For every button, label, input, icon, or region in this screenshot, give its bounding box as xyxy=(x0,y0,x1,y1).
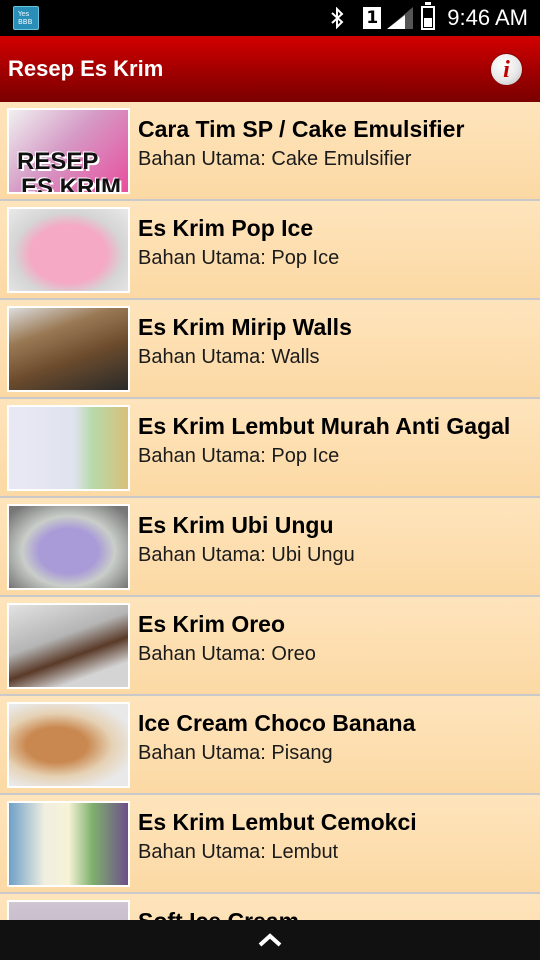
recipe-subtitle: Bahan Utama: Pop Ice xyxy=(138,247,340,269)
recipe-subtitle: Bahan Utama: Cake Emulsifier xyxy=(138,148,412,170)
list-item[interactable]: Ice Cream Choco Banana Bahan Utama: Pisa… xyxy=(0,696,540,795)
recipe-title: Es Krim Oreo xyxy=(138,611,285,637)
recipe-title: Es Krim Lembut Murah Anti Gagal xyxy=(138,413,511,439)
list-item[interactable]: Es Krim Pop Ice Bahan Utama: Pop Ice xyxy=(0,201,540,300)
recipe-title: Es Krim Lembut Cemokci xyxy=(138,809,417,835)
bluetooth-icon xyxy=(331,7,344,29)
app-bar: Resep Es Krim i xyxy=(0,36,540,102)
list-item[interactable]: Es Krim Lembut Cemokci Bahan Utama: Lemb… xyxy=(0,795,540,894)
list-item[interactable]: RESEP ES KRIM Cara Tim SP / Cake Emulsif… xyxy=(0,102,540,201)
info-icon: i xyxy=(503,57,510,83)
recipe-thumbnail xyxy=(7,900,130,920)
list-item[interactable]: Es Krim Oreo Bahan Utama: Oreo xyxy=(0,597,540,696)
recipe-subtitle: Bahan Utama: Pop Ice xyxy=(138,445,340,467)
bottom-bar xyxy=(0,920,540,960)
recipe-subtitle: Bahan Utama: Walls xyxy=(138,346,320,368)
recipe-title: Soft Ice Cream xyxy=(138,908,299,920)
info-button[interactable]: i xyxy=(490,53,523,86)
recipe-title: Es Krim Pop Ice xyxy=(138,215,314,241)
signal-icon xyxy=(387,7,414,29)
status-icons: 1 9:46 AM xyxy=(329,0,528,36)
recipe-thumbnail xyxy=(7,801,130,887)
recipe-title: Cara Tim SP / Cake Emulsifier xyxy=(138,116,465,142)
list-item[interactable]: Es Krim Mirip Walls Bahan Utama: Walls xyxy=(0,300,540,399)
recipe-title: Es Krim Ubi Ungu xyxy=(138,512,334,538)
recipe-thumbnail xyxy=(7,603,130,689)
recipe-subtitle: Bahan Utama: Oreo xyxy=(138,643,316,665)
recipe-subtitle: Bahan Utama: Lembut xyxy=(138,841,339,863)
list-item[interactable]: Soft Ice Cream xyxy=(0,894,540,920)
app-icon-text-top: Yes xyxy=(18,10,30,18)
app-icon-text-bottom: BBB xyxy=(18,18,33,26)
recipe-thumbnail xyxy=(7,306,130,392)
list-item[interactable]: Es Krim Lembut Murah Anti Gagal Bahan Ut… xyxy=(0,399,540,498)
battery-icon xyxy=(421,2,436,30)
recipe-thumbnail xyxy=(7,405,130,491)
recipe-thumbnail: RESEP ES KRIM xyxy=(7,108,130,194)
app-title: Resep Es Krim xyxy=(8,56,164,81)
app-notification-icon: Yes BBB xyxy=(13,6,39,30)
recipe-subtitle: Bahan Utama: Pisang xyxy=(138,742,333,764)
list-item[interactable]: Es Krim Ubi Ungu Bahan Utama: Ubi Ungu xyxy=(0,498,540,597)
status-bar: Yes BBB 1 9:46 AM xyxy=(0,0,540,36)
sim-card-icon: 1 xyxy=(363,7,382,29)
recipe-thumbnail xyxy=(7,207,130,293)
recipe-list[interactable]: RESEP ES KRIM Cara Tim SP / Cake Emulsif… xyxy=(0,102,540,920)
recipe-title: Ice Cream Choco Banana xyxy=(138,710,416,736)
recipe-thumbnail xyxy=(7,702,130,788)
thumbnail-text: RESEP xyxy=(17,148,99,175)
recipe-thumbnail xyxy=(7,504,130,590)
recipe-title: Es Krim Mirip Walls xyxy=(138,314,352,340)
recipe-subtitle: Bahan Utama: Ubi Ungu xyxy=(138,544,355,566)
status-time: 9:46 AM xyxy=(447,5,528,30)
thumbnail-text: ES KRIM xyxy=(21,174,122,194)
chevron-up-icon[interactable] xyxy=(258,932,282,948)
